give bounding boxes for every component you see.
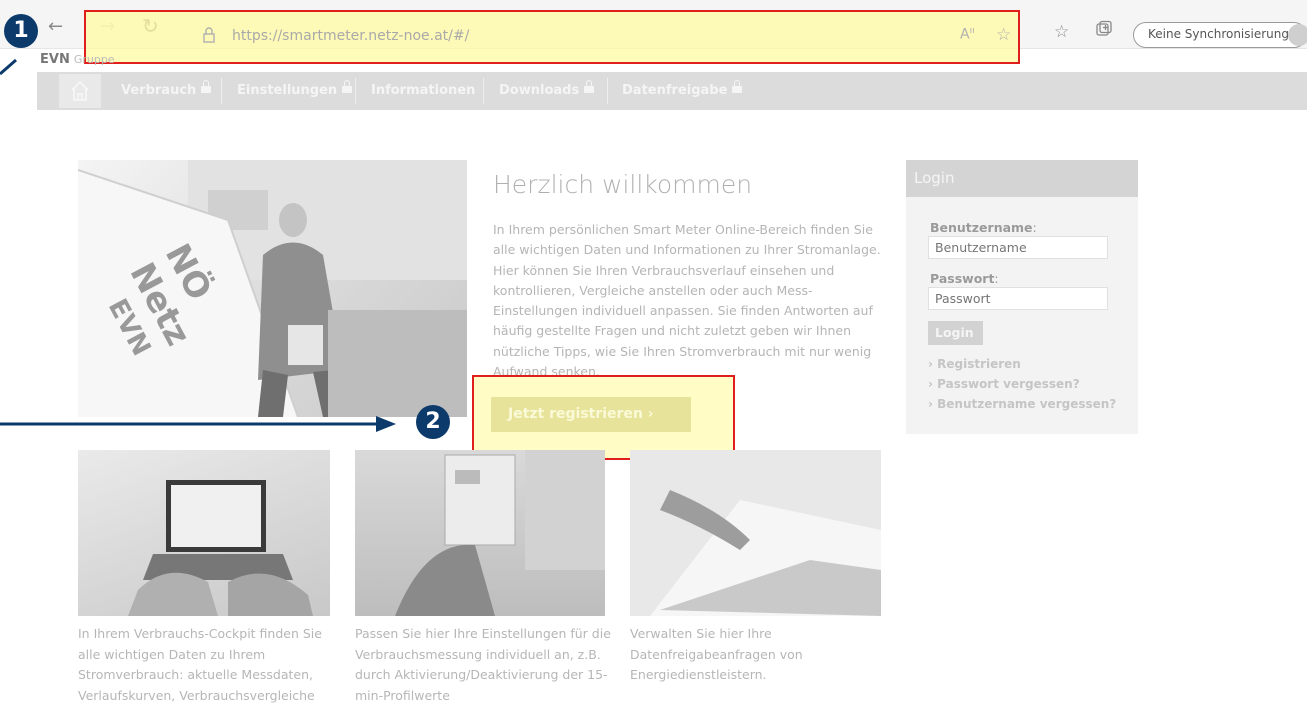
nav-label: Datenfreigabe bbox=[622, 83, 728, 98]
page-title: Herzlich willkommen bbox=[493, 170, 753, 199]
lock-icon bbox=[201, 80, 212, 93]
annotation-badge-1: 1 bbox=[4, 14, 38, 48]
feature-caption-cockpit: In Ihrem Verbrauchs-Cockpit finden Sie a… bbox=[78, 626, 322, 703]
welcome-text: In Ihrem persönlichen Smart Meter Online… bbox=[493, 222, 881, 380]
url-text: https://smartmeter.netz-noe.at/#/ bbox=[232, 28, 470, 44]
annotation-badge-2: 2 bbox=[416, 405, 450, 439]
register-button-label: Jetzt registrieren › bbox=[508, 406, 654, 422]
nav-label: Einstellungen bbox=[237, 83, 338, 98]
lock-icon bbox=[342, 80, 353, 93]
sync-button[interactable]: Keine Synchronisierung bbox=[1133, 22, 1307, 48]
brand-sub: Gruppe bbox=[73, 53, 115, 66]
annotation-arrow-top bbox=[0, 58, 17, 76]
nav-item-verbrauch[interactable]: Verbrauch bbox=[121, 80, 212, 98]
login-header: Login bbox=[906, 160, 1138, 197]
hero-image: NÖ Netz EVN bbox=[78, 160, 467, 417]
feature-caption-settings: Passen Sie hier Ihre Einstellungen für d… bbox=[355, 626, 611, 703]
feature-image-settings[interactable] bbox=[355, 450, 605, 616]
read-aloud-icon[interactable]: Aıı bbox=[960, 26, 975, 43]
nav-item-informationen[interactable]: Informationen bbox=[371, 83, 475, 98]
login-button[interactable]: Login bbox=[928, 321, 983, 345]
lock-icon bbox=[732, 80, 743, 93]
nav-item-downloads[interactable]: Downloads bbox=[499, 80, 595, 98]
address-bar[interactable]: https://smartmeter.netz-noe.at/#/ Aıı ☆ bbox=[84, 10, 1020, 64]
username-input[interactable] bbox=[928, 236, 1108, 259]
profile-icon[interactable] bbox=[1288, 24, 1307, 46]
feature-image-cockpit[interactable] bbox=[78, 450, 330, 616]
nav-divider bbox=[221, 78, 222, 104]
back-icon[interactable]: ← bbox=[48, 16, 63, 37]
nav-label: Informationen bbox=[371, 83, 476, 98]
register-link[interactable]: › Registrieren bbox=[928, 357, 1021, 371]
collections-icon[interactable] bbox=[1095, 20, 1113, 42]
nav-divider bbox=[483, 78, 484, 104]
password-input[interactable] bbox=[928, 287, 1108, 310]
brand-name: EVN bbox=[40, 52, 70, 67]
nav-label: Downloads bbox=[499, 83, 580, 98]
nav-label: Verbrauch bbox=[121, 83, 197, 98]
login-heading: Login bbox=[914, 169, 955, 187]
login-button-label: Login bbox=[935, 325, 974, 340]
add-favorite-icon[interactable]: ☆ bbox=[996, 25, 1011, 45]
forgot-username-link[interactable]: › Benutzername vergessen? bbox=[928, 397, 1116, 411]
feature-image-datenfreigabe[interactable] bbox=[630, 450, 881, 616]
login-panel: Login Benutzername: Passwort: Login › Re… bbox=[906, 160, 1138, 434]
username-label: Benutzername: bbox=[930, 220, 1037, 235]
password-label: Passwort: bbox=[930, 271, 999, 286]
feature-caption-datenfreigabe: Verwalten Sie hier Ihre Datenfreigabeanf… bbox=[630, 626, 803, 682]
main-nav: Verbrauch Einstellungen Informationen Do… bbox=[37, 72, 1307, 110]
nav-item-einstellungen[interactable]: Einstellungen bbox=[237, 80, 353, 98]
annotation-arrow bbox=[0, 416, 396, 432]
nav-divider bbox=[355, 78, 356, 104]
home-button[interactable] bbox=[59, 74, 101, 108]
brand-logo: EVN Gruppe bbox=[40, 52, 115, 67]
register-button[interactable]: Jetzt registrieren › bbox=[491, 397, 691, 432]
nav-item-datenfreigabe[interactable]: Datenfreigabe bbox=[622, 80, 743, 98]
nav-divider bbox=[607, 78, 608, 104]
home-icon bbox=[71, 80, 89, 101]
sync-label: Keine Synchronisierung bbox=[1148, 27, 1289, 41]
lock-icon bbox=[202, 27, 216, 47]
forgot-password-link[interactable]: › Passwort vergessen? bbox=[928, 377, 1080, 391]
lock-icon bbox=[584, 80, 595, 93]
favorites-icon[interactable]: ☆ bbox=[1054, 22, 1069, 42]
